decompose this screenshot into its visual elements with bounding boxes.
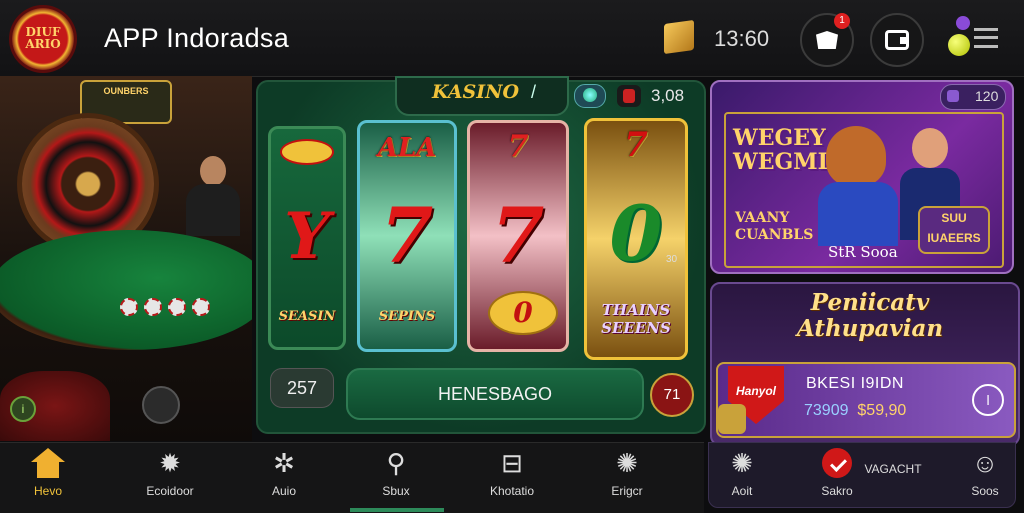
wolf-character-image	[818, 126, 898, 246]
promo-caption: StR Sooa	[828, 243, 898, 261]
reel-3-top: 7	[507, 129, 529, 164]
nav-erigcr-label: Erigcr	[611, 484, 643, 498]
max-bet-button[interactable]: 71	[650, 373, 694, 417]
nav-vagacht[interactable]: VAGACHT	[848, 462, 938, 476]
reel-4: 7 0 THAINS SEEENS	[584, 118, 688, 360]
promo-cta-button[interactable]: SUU IUAEERS	[918, 206, 990, 254]
reel-3: 7 7 0	[467, 120, 569, 352]
user-icon: ☺	[971, 448, 999, 478]
app-logo[interactable]: DIUF ARIO	[12, 8, 74, 70]
treasure-jar-icon	[718, 404, 746, 434]
ticket-icon	[947, 90, 959, 102]
nav-khotatio[interactable]: ⊟ Khotatio	[467, 448, 557, 498]
coin-box-icon	[664, 19, 694, 55]
slot-title: KASINO	[432, 81, 520, 103]
nav-auio-label: Auio	[271, 484, 297, 498]
spin-button[interactable]: HENESBAGO	[346, 368, 644, 420]
bet-amount[interactable]: 257	[270, 368, 334, 408]
nav-soos-label: Soos	[971, 484, 999, 498]
ball-icon	[948, 34, 970, 56]
reel-3-bot-symbol: 0	[488, 291, 558, 335]
reel-2: ALA 7 SEPINS	[357, 120, 457, 352]
notification-badge: 1	[834, 13, 850, 29]
promo-title: WEGEY WEGMIS	[733, 125, 844, 175]
nav-aoit-label: Aoit	[731, 484, 753, 498]
reel-2-top: ALA	[377, 133, 437, 163]
live-casino-panel[interactable]: OUNBERS i	[0, 76, 252, 441]
settings-icon: ✺	[731, 448, 753, 478]
orb-icon	[956, 16, 970, 30]
search-icon: ⚲	[386, 448, 406, 478]
logo-text: DIUF ARIO	[25, 25, 61, 51]
gear-icon: ✹	[159, 448, 181, 478]
nav-ecoidoor[interactable]: ✹ Ecoidoor	[125, 448, 215, 498]
wallet-button[interactable]	[870, 13, 924, 67]
nav-search-label: Sbux	[382, 484, 410, 498]
globe-icon: ✺	[616, 448, 638, 478]
nav-vagacht-label: VAGACHT	[864, 462, 922, 476]
menu-icon	[974, 28, 998, 48]
top-bar: DIUF ARIO APP Indoradsa 13:60 1	[0, 0, 1024, 77]
reel-2-bot: SEPINS	[378, 309, 436, 324]
nav-ecoidoor-label: Ecoidoor	[146, 484, 194, 498]
gem-icon	[583, 88, 597, 102]
reel-1-mid: Y	[284, 199, 330, 274]
nav-soos[interactable]: ☺ Soos	[940, 448, 1024, 498]
nav-active-indicator	[350, 508, 444, 512]
slot-arrow: /	[531, 82, 537, 102]
casino-sign-text: OUNBERS	[103, 86, 149, 96]
reel-4-bot: THAINS SEEENS	[601, 301, 671, 337]
export-icon: ⊟	[501, 448, 523, 478]
reel-4-top: 7	[624, 125, 648, 165]
jackpot-amounts: 73909 $59,90	[804, 402, 906, 420]
nav-home-label: Hevo	[33, 484, 62, 498]
reel-1: Y SEASIN	[268, 126, 346, 350]
dealer-image	[178, 156, 240, 236]
jackpot-amount-b: $59,90	[857, 402, 907, 419]
nav-auio[interactable]: ✲ Auio	[239, 448, 329, 498]
settings-icon: ✲	[273, 448, 295, 478]
info-button[interactable]: l	[972, 384, 1004, 416]
poker-table-image	[0, 230, 252, 350]
jackpot-amount-a: 73909	[804, 402, 849, 419]
nav-search[interactable]: ⚲ Sbux	[351, 448, 441, 498]
menu-button[interactable]	[944, 14, 1002, 60]
gift-icon	[816, 31, 838, 49]
promo-badge: 120	[940, 84, 1006, 110]
slot-credit: 3,08	[651, 86, 685, 105]
chip-button[interactable]	[142, 386, 180, 424]
gem-button[interactable]	[574, 84, 606, 108]
nav-home[interactable]: Hevo	[3, 448, 93, 498]
balance-display: 13:60	[714, 26, 770, 51]
nav-khotatio-label: Khotatio	[489, 484, 535, 498]
wallet-icon	[885, 30, 909, 50]
coin-icon[interactable]: i	[10, 396, 36, 422]
shield-text: Hanyol	[735, 384, 776, 398]
reel-3-mid: 7	[491, 191, 545, 280]
nav-aoit[interactable]: ✺ Aoit	[697, 448, 787, 498]
app-title: APP Indoradsa	[104, 23, 290, 53]
card-icon	[617, 85, 641, 107]
nav-sakro-label: Sakro	[821, 484, 853, 498]
home-icon	[31, 448, 65, 478]
chips-image	[120, 298, 230, 316]
jackpot-label: BKESI I9IDN	[806, 375, 904, 392]
reel-1-bot: SEASIN	[278, 309, 336, 324]
promo-subtitle: VAANY CUANBLS	[735, 210, 814, 243]
nav-erigcr[interactable]: ✺ Erigcr	[582, 448, 672, 498]
promo-badge-value: 120	[975, 88, 999, 104]
reel-1-top	[271, 139, 343, 172]
payline-value: 30	[666, 254, 678, 265]
reel-3-bot: 0	[513, 296, 533, 329]
gift-button[interactable]: 1	[800, 13, 854, 67]
reel-2-mid: 7	[380, 191, 434, 280]
promo-bottom-title: Peniicatv Athupavian	[796, 289, 944, 342]
